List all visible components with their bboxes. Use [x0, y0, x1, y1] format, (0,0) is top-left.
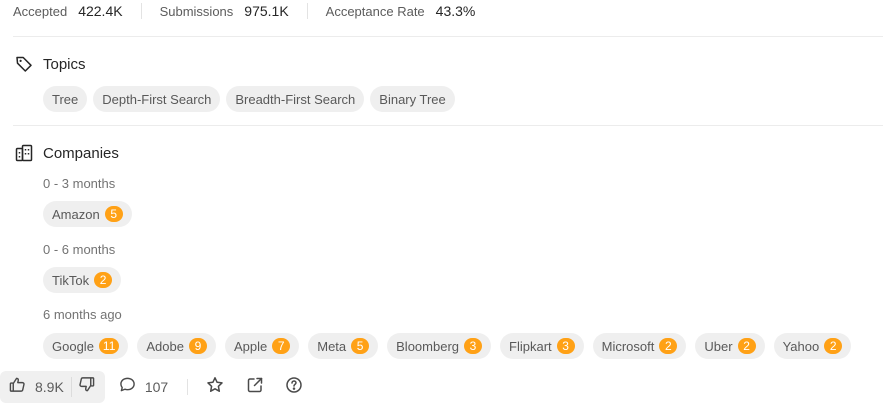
stat-acceptance-rate: Acceptance Rate 43.3% [326, 3, 476, 19]
stat-value: 422.4K [78, 3, 123, 19]
footer-toolbar: 8.9K 107 [0, 371, 304, 403]
period-label: 6 months ago [43, 307, 122, 322]
frequency-badge: 2 [824, 338, 843, 354]
comments-button[interactable]: 107 [119, 376, 168, 398]
stats-bar: Accepted 422.4K Submissions 975.1K Accep… [13, 0, 475, 22]
company-name: Bloomberg [396, 338, 460, 354]
help-icon [285, 376, 303, 399]
like-count: 8.9K [35, 379, 64, 395]
divider [306, 3, 308, 19]
company-tags: Amazon 5 [43, 201, 132, 227]
share-button[interactable] [245, 377, 265, 397]
topic-tag[interactable]: Binary Tree [370, 86, 455, 112]
company-name: Apple [233, 338, 268, 354]
company-tag-apple[interactable]: Apple 7 [224, 333, 300, 359]
company-tag-tiktok[interactable]: TikTok 2 [43, 267, 122, 293]
company-tags: TikTok 2 [43, 267, 122, 293]
company-tags: Google 11 Adobe 9 Apple 7 Meta 5 Bloombe… [43, 333, 852, 359]
topics-title: Topics [43, 55, 86, 73]
stat-label: Submissions [159, 3, 234, 19]
stat-accepted: Accepted 422.4K [13, 3, 123, 19]
favorite-button[interactable] [205, 376, 225, 399]
comment-icon [119, 376, 136, 398]
thumbs-down-icon [78, 376, 95, 398]
period-label: 0 - 6 months [43, 242, 116, 257]
company-name: Adobe [146, 338, 184, 354]
companies-toggle[interactable]: Companies [15, 143, 119, 163]
building-icon [15, 144, 33, 162]
stat-label: Accepted [13, 3, 68, 19]
topic-tag[interactable]: Tree [43, 86, 88, 112]
thumbs-up-icon [9, 376, 26, 398]
company-tag-adobe[interactable]: Adobe 9 [137, 333, 216, 359]
topic-tags: Tree Depth-First Search Breadth-First Se… [43, 86, 455, 112]
frequency-badge: 3 [464, 338, 483, 354]
help-button[interactable] [284, 376, 304, 399]
period-label: 0 - 3 months [43, 176, 116, 191]
company-tag-amazon[interactable]: Amazon 5 [43, 201, 132, 227]
companies-title: Companies [43, 144, 119, 162]
company-tag-bloomberg[interactable]: Bloomberg 3 [387, 333, 492, 359]
star-icon [206, 376, 224, 399]
tag-icon [15, 55, 33, 73]
company-name: Google [52, 338, 94, 354]
company-tag-meta[interactable]: Meta 5 [308, 333, 379, 359]
stat-value: 43.3% [435, 3, 476, 19]
stat-label: Acceptance Rate [325, 3, 425, 19]
frequency-badge: 3 [556, 338, 575, 354]
company-name: Uber [704, 338, 733, 354]
company-tag-flipkart[interactable]: Flipkart 3 [500, 333, 584, 359]
company-tag-yahoo[interactable]: Yahoo 2 [773, 333, 852, 359]
frequency-badge: 2 [94, 272, 113, 288]
company-name: Flipkart [509, 338, 552, 354]
frequency-badge: 5 [104, 206, 123, 222]
stat-submissions: Submissions 975.1K [160, 3, 289, 19]
topic-tag[interactable]: Breadth-First Search [226, 86, 365, 112]
frequency-badge: 2 [659, 338, 678, 354]
frequency-badge: 5 [351, 338, 370, 354]
company-tag-microsoft[interactable]: Microsoft 2 [592, 333, 687, 359]
section-divider [13, 125, 883, 126]
company-name: TikTok [52, 272, 90, 288]
divider [140, 3, 142, 19]
company-tag-google[interactable]: Google 11 [43, 333, 129, 359]
frequency-badge: 9 [188, 338, 207, 354]
vote-group: 8.9K [0, 371, 105, 403]
company-name: Meta [317, 338, 347, 354]
company-name: Yahoo [782, 338, 820, 354]
topic-tag[interactable]: Depth-First Search [93, 86, 221, 112]
dislike-button[interactable] [72, 371, 105, 403]
frequency-badge: 7 [272, 338, 291, 354]
company-name: Amazon [52, 206, 100, 222]
divider [187, 379, 189, 395]
frequency-badge: 2 [737, 338, 756, 354]
company-tag-uber[interactable]: Uber 2 [695, 333, 765, 359]
frequency-badge: 11 [98, 338, 120, 354]
topics-toggle[interactable]: Topics [15, 54, 86, 74]
share-icon [246, 376, 264, 399]
company-name: Microsoft [601, 338, 655, 354]
comment-count: 107 [144, 379, 169, 395]
stat-value: 975.1K [244, 3, 289, 19]
section-divider [13, 36, 883, 37]
like-button[interactable]: 8.9K [9, 376, 64, 398]
